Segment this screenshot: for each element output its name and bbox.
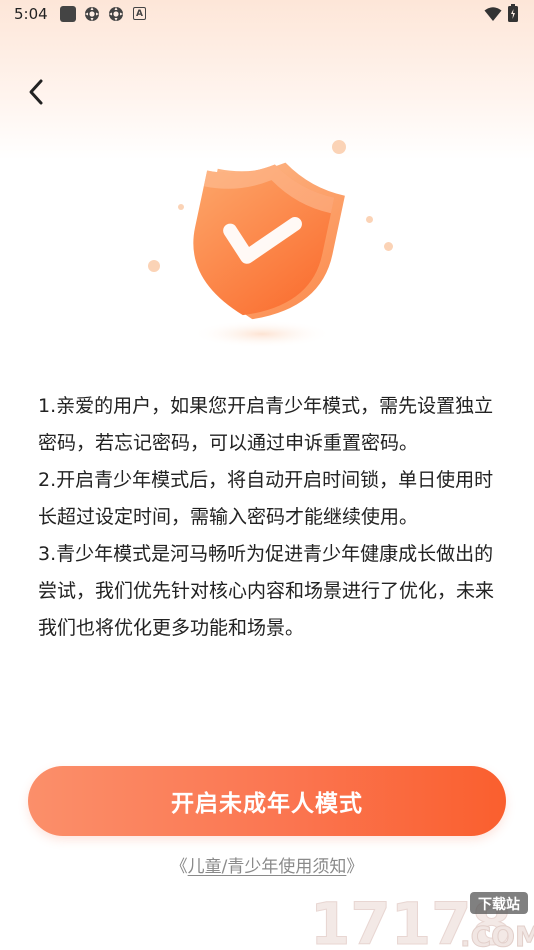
decorative-dot [148, 260, 160, 272]
usage-notice-link[interactable]: 《儿童/青少年使用须知》 [0, 852, 534, 877]
youth-mode-description: 1.亲爱的用户，如果您开启青少年模式，需先设置独立密码，若忘记密码，可以通过申诉… [38, 388, 500, 647]
status-time: 5:04 [14, 5, 48, 23]
notice-link-label: 儿童/青少年使用须知 [187, 857, 347, 877]
description-item: 2.开启青少年模式后，将自动开启时间锁，单日使用时长超过设定时间，需输入密码才能… [38, 469, 494, 528]
shield-illustration [140, 130, 393, 360]
status-bar: 5:04 A [0, 0, 534, 28]
chevron-left-icon [29, 79, 43, 105]
decorative-dot [332, 140, 346, 154]
decorative-dot [366, 216, 373, 223]
battery-icon [508, 4, 518, 22]
description-item: 3.青少年模式是河马畅听为促进青少年健康成长做出的尝试，我们优先针对核心内容和场… [38, 543, 495, 639]
notice-link-open-bracket: 《 [170, 857, 188, 877]
decorative-dot [178, 204, 184, 210]
gear-icon [84, 6, 100, 22]
shield-check-icon [192, 162, 345, 348]
watermark-badge: 下载站 [478, 896, 520, 913]
gear-icon [108, 6, 124, 22]
notice-link-close-bracket: 》 [346, 857, 364, 877]
description-item: 1.亲爱的用户，如果您开启青少年模式，需先设置独立密码，若忘记密码，可以通过申诉… [38, 395, 494, 454]
decorative-dot [384, 242, 393, 251]
watermark-suffix: .COM [460, 920, 534, 950]
back-button[interactable] [20, 76, 52, 108]
site-watermark-logo: 17178 下载站 .COM [310, 890, 534, 950]
notification-square-icon [60, 6, 76, 22]
wifi-icon [484, 6, 502, 22]
enable-minor-mode-button[interactable]: 开启未成年人模式 [28, 766, 506, 836]
a-box-icon: A [133, 7, 146, 20]
